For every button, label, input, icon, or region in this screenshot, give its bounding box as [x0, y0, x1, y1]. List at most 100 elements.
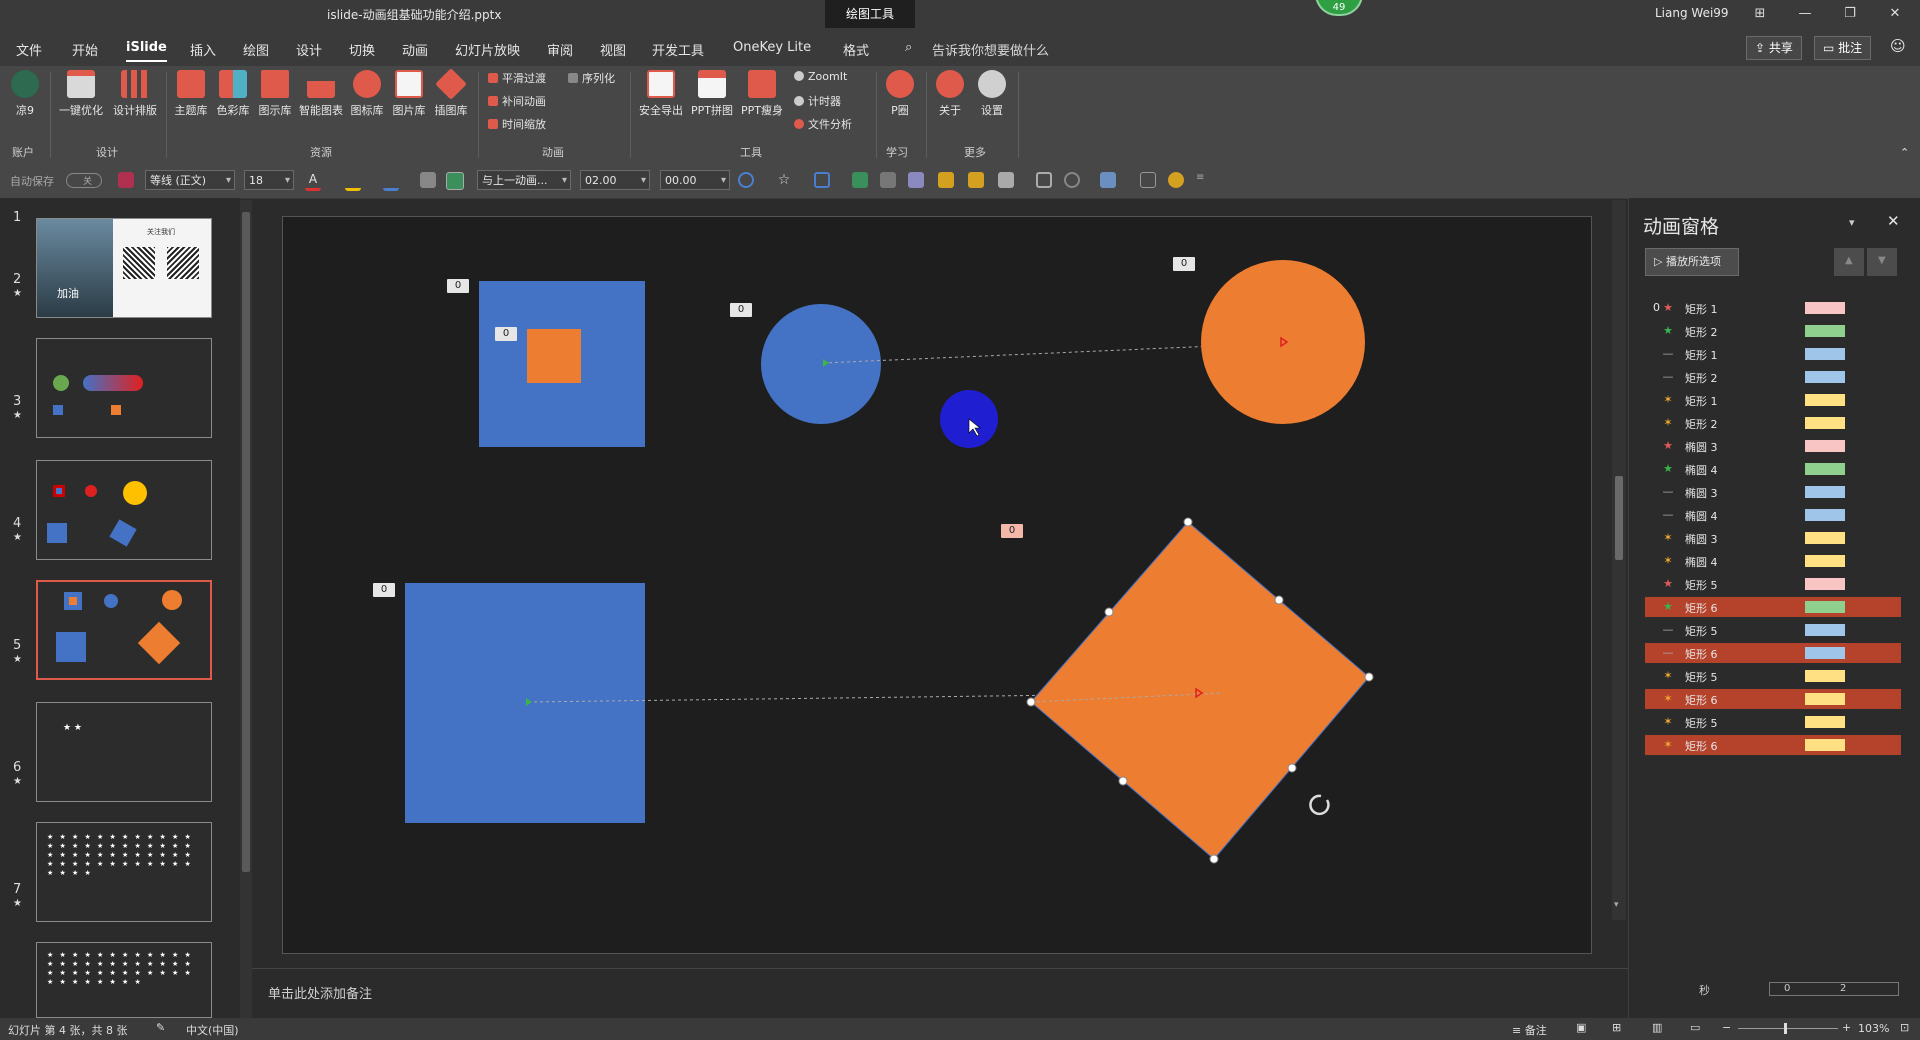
animation-timing-bar[interactable]	[1805, 394, 1845, 406]
shape-format-icon[interactable]	[814, 172, 830, 188]
play-selected-button[interactable]: ▷ 播放所选项	[1645, 248, 1739, 276]
color-library-button[interactable]: 色彩库	[214, 70, 252, 118]
animation-timing-bar[interactable]	[1805, 624, 1845, 636]
tab-slideshow[interactable]: 幻灯片放映	[455, 40, 520, 59]
notes-toggle[interactable]: ≡ 备注	[1512, 1022, 1547, 1038]
font-size-select[interactable]: 18	[244, 170, 294, 191]
slide-thumbnail-2[interactable]	[36, 338, 212, 438]
animation-order-tag[interactable]: 0	[1001, 524, 1023, 538]
tab-home[interactable]: 开始	[72, 40, 98, 59]
tab-onekey-lite[interactable]: OneKey Lite	[733, 40, 811, 55]
zoom-level[interactable]: 103%	[1858, 1022, 1889, 1035]
move-up-button[interactable]: ▲	[1834, 248, 1864, 276]
tab-view[interactable]: 视图	[600, 40, 626, 59]
zoom-in-icon[interactable]: +	[1842, 1021, 1851, 1034]
notes-pane[interactable]: 单击此处添加备注	[252, 968, 1628, 1019]
animation-timing-bar[interactable]	[1805, 693, 1845, 705]
normal-view-icon[interactable]: ▣	[1576, 1021, 1586, 1034]
save-icon[interactable]	[118, 172, 134, 188]
tab-transitions[interactable]: 切换	[349, 40, 375, 59]
delay-stepper[interactable]: 00.00	[660, 170, 730, 191]
animation-timing-bar[interactable]	[1805, 302, 1845, 314]
start-trigger-select[interactable]: 与上一动画...	[477, 170, 571, 191]
animation-row[interactable]: ★ 矩形 6	[1645, 597, 1901, 617]
animation-row[interactable]: — 矩形 6	[1645, 643, 1901, 663]
customize-toolbar-icon[interactable]: ≡	[1196, 172, 1212, 188]
zoomit-button[interactable]: ZoomIt	[794, 70, 847, 83]
close-icon[interactable]: ✕	[1880, 4, 1910, 24]
zoom-slider-thumb[interactable]	[1784, 1023, 1787, 1034]
animation-timing-bar[interactable]	[1805, 371, 1845, 383]
effect-icon[interactable]	[852, 172, 868, 188]
edit-points-icon[interactable]	[880, 172, 896, 188]
drawing-tools-context-tab[interactable]: 绘图工具	[825, 0, 915, 28]
thumbnail-scrollbar[interactable]	[240, 200, 252, 1018]
fill-color-icon[interactable]	[345, 172, 361, 191]
animation-timing-bar[interactable]	[1805, 348, 1845, 360]
animation-row[interactable]: ✶ 矩形 6	[1645, 735, 1901, 755]
animation-row[interactable]: ✶ 椭圆 4	[1645, 551, 1901, 571]
ppt-slim-button[interactable]: PPT瘦身	[738, 70, 786, 118]
timeline-ruler[interactable]: 0 2	[1769, 982, 1899, 996]
zoom-slider[interactable]	[1738, 1023, 1838, 1034]
diagram-library-button[interactable]: 图示库	[256, 70, 294, 118]
animation-row[interactable]: ✶ 矩形 2	[1645, 413, 1901, 433]
slide-scrollbar[interactable]: ▾	[1612, 200, 1626, 920]
animation-timing-bar[interactable]	[1805, 670, 1845, 682]
animation-timing-bar[interactable]	[1805, 440, 1845, 452]
image-icon[interactable]	[1036, 172, 1052, 188]
design-layout-button[interactable]: 设计排版	[110, 70, 160, 118]
tab-insert[interactable]: 插入	[190, 40, 216, 59]
ppt-puzzle-button[interactable]: PPT拼图	[688, 70, 736, 118]
autosave-toggle[interactable]: 关	[66, 173, 102, 188]
arrange-icon[interactable]	[420, 172, 436, 188]
smart-chart-button[interactable]: 智能图表	[298, 70, 344, 118]
animation-row[interactable]: ✶ 矩形 1	[1645, 390, 1901, 410]
align-icon[interactable]	[998, 172, 1014, 188]
animation-order-tag[interactable]: 0	[495, 327, 517, 341]
share-button[interactable]: ⇪ 共享	[1746, 36, 1802, 60]
slide-thumbnail-7[interactable]: ★ ★ ★ ★ ★ ★ ★ ★ ★ ★ ★ ★ ★ ★ ★ ★ ★ ★ ★ ★ …	[36, 942, 212, 1018]
illustration-library-button[interactable]: 插图库	[432, 68, 470, 118]
animation-row[interactable]: ★ 椭圆 4	[1645, 459, 1901, 479]
animation-timing-bar[interactable]	[1805, 555, 1845, 567]
slideshow-icon[interactable]: ▭	[1690, 1021, 1700, 1034]
scroll-thumb[interactable]	[242, 212, 250, 872]
send-backward-icon[interactable]	[968, 172, 984, 188]
spellcheck-icon[interactable]: ✎	[156, 1021, 165, 1034]
animation-order-tag[interactable]: 0	[447, 279, 469, 293]
timer-button[interactable]: 计时器	[794, 93, 841, 109]
settings-button[interactable]: 设置	[974, 70, 1010, 118]
zoom-out-icon[interactable]: −	[1722, 1021, 1731, 1034]
crop-icon[interactable]	[1140, 172, 1156, 188]
slide-thumbnail-1[interactable]: 加油 关注我们	[36, 218, 212, 318]
rotate-icon[interactable]	[1100, 172, 1116, 188]
outline-color-icon[interactable]	[383, 172, 399, 191]
file-analysis-button[interactable]: 文件分析	[794, 116, 852, 132]
smooth-transition-button[interactable]: 平滑过渡	[488, 70, 546, 86]
animation-order-tag[interactable]: 0	[730, 303, 752, 317]
p-circle-button[interactable]: P圈	[882, 70, 918, 118]
tab-file[interactable]: 文件	[16, 40, 42, 59]
slide-thumbnail-5[interactable]: ★ ★	[36, 702, 212, 802]
animation-row[interactable]: ✶ 矩形 5	[1645, 712, 1901, 732]
slide-thumbnail-4[interactable]	[36, 580, 212, 680]
tab-format[interactable]: 格式	[843, 40, 869, 59]
animation-timing-bar[interactable]	[1805, 716, 1845, 728]
reading-view-icon[interactable]: ▥	[1652, 1021, 1662, 1034]
tab-draw[interactable]: 绘图	[243, 40, 269, 59]
slide-canvas[interactable]: 0 0 0 0 0 0	[282, 216, 1592, 954]
animation-order-tag[interactable]: 0	[373, 583, 395, 597]
animation-timing-bar[interactable]	[1805, 532, 1845, 544]
animation-row[interactable]: ★ 椭圆 3	[1645, 436, 1901, 456]
animation-timing-bar[interactable]	[1805, 739, 1845, 751]
scroll-thumb[interactable]	[1615, 476, 1623, 560]
image-library-button[interactable]: 图片库	[390, 70, 428, 118]
animation-timing-bar[interactable]	[1805, 601, 1845, 613]
safe-export-button[interactable]: 安全导出	[636, 70, 686, 118]
slide-thumbnail-3[interactable]	[36, 460, 212, 560]
ribbon-display-icon[interactable]: ⊞	[1745, 4, 1775, 24]
animation-row[interactable]: — 矩形 5	[1645, 620, 1901, 640]
about-button[interactable]: 关于	[932, 70, 968, 118]
star-icon[interactable]: ☆	[776, 172, 792, 188]
